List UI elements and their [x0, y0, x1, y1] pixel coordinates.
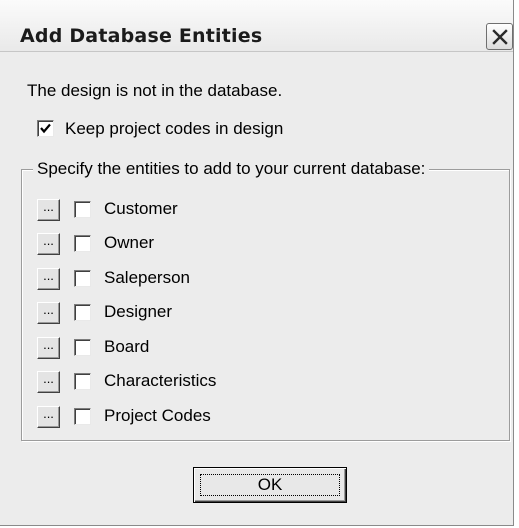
entities-groupbox [21, 169, 510, 441]
board-checkbox[interactable] [74, 339, 91, 356]
designer-checkbox[interactable] [74, 304, 91, 321]
browse-saleperson-button[interactable]: ... [37, 268, 60, 290]
project-codes-label: Project Codes [104, 406, 211, 425]
close-button[interactable] [486, 23, 513, 50]
dialog-title: Add Database Entities [20, 25, 263, 47]
entities-group-label: Specify the entities to add to your curr… [33, 159, 430, 179]
browse-characteristics-button[interactable]: ... [37, 371, 60, 393]
browse-project-codes-button[interactable]: ... [37, 406, 60, 428]
customer-checkbox[interactable] [74, 201, 91, 218]
browse-customer-button[interactable]: ... [37, 199, 60, 221]
saleperson-checkbox[interactable] [74, 270, 91, 287]
project-codes-checkbox[interactable] [74, 408, 91, 425]
browse-board-button[interactable]: ... [37, 337, 60, 359]
board-label: Board [104, 337, 150, 356]
browse-designer-button[interactable]: ... [37, 302, 60, 324]
characteristics-label: Characteristics [104, 371, 217, 390]
characteristics-checkbox[interactable] [74, 373, 91, 390]
saleperson-label: Saleperson [104, 268, 191, 287]
keep-codes-checkbox[interactable] [37, 120, 54, 137]
browse-owner-button[interactable]: ... [37, 233, 60, 255]
close-icon [492, 29, 508, 45]
ok-button-label: OK [257, 475, 283, 494]
keep-codes-label: Keep project codes in design [65, 119, 284, 138]
ok-button[interactable]: OK [193, 467, 347, 503]
checkmark-icon [40, 123, 51, 134]
owner-label: Owner [104, 233, 155, 252]
designer-label: Designer [104, 302, 173, 321]
dialog-window: Add Database Entities The design is not … [0, 0, 514, 526]
status-message: The design is not in the database. [27, 81, 283, 100]
customer-label: Customer [104, 199, 178, 218]
owner-checkbox[interactable] [74, 235, 91, 252]
title-bar: Add Database Entities [0, 0, 513, 52]
